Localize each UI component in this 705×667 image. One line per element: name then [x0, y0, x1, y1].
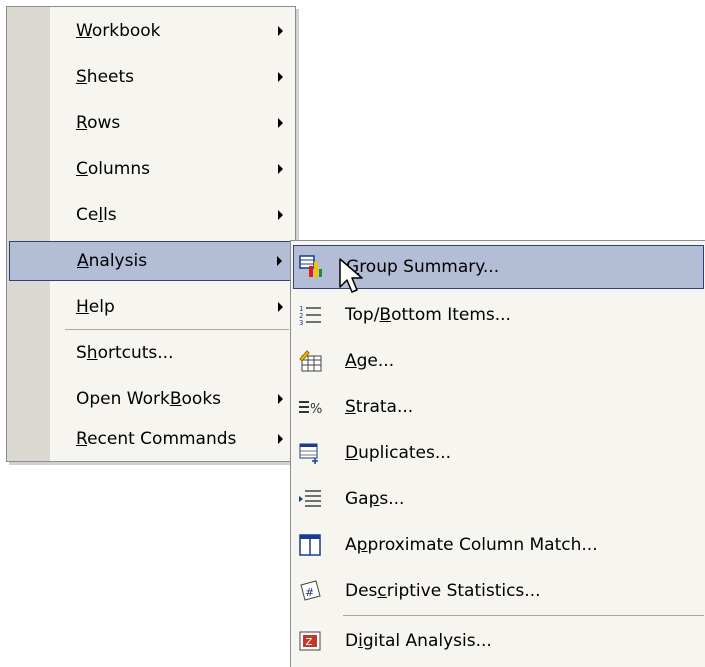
submenu-arrow-icon	[278, 394, 283, 404]
menu-item-label: Shortcuts...	[76, 343, 174, 363]
submenu-arrow-icon	[278, 210, 283, 220]
menu-item-analysis[interactable]: Analysis	[9, 241, 293, 281]
menu-item-label: Columns	[76, 159, 150, 179]
main-menu: Workbook Sheets Rows Columns Cells Analy…	[6, 6, 296, 462]
menu-item-label: Open WorkBooks	[76, 389, 222, 409]
submenu-item-label: Approximate Column Match...	[345, 535, 598, 555]
submenu-item-label: Duplicates...	[345, 443, 452, 463]
submenu-item-label: Top/Bottom Items...	[345, 305, 511, 325]
submenu-item-age[interactable]: Age...	[293, 339, 704, 383]
submenu-item-label: Digital Analysis...	[345, 631, 492, 651]
column-match-icon	[297, 532, 323, 558]
submenu-arrow-icon	[278, 434, 283, 444]
submenu-item-duplicates[interactable]: Duplicates...	[293, 431, 704, 475]
menu-item-shortcuts[interactable]: Shortcuts...	[9, 333, 293, 373]
submenu-item-descriptive-statistics[interactable]: # Descriptive Statistics...	[293, 569, 704, 613]
duplicates-icon	[297, 440, 323, 466]
submenu-item-strata[interactable]: % Strata...	[293, 385, 704, 429]
menu-item-columns[interactable]: Columns	[9, 149, 293, 189]
submenu-arrow-icon	[277, 256, 282, 266]
age-icon	[297, 348, 323, 374]
menu-item-label: Recent Commands	[76, 429, 237, 449]
menu-item-help[interactable]: Help	[9, 287, 293, 327]
submenu-item-label: Strata...	[345, 397, 414, 417]
menu-item-label: Cells	[76, 205, 117, 225]
group-summary-icon	[298, 254, 324, 280]
menu-item-workbook[interactable]: Workbook	[9, 11, 293, 51]
menu-item-recent-commands[interactable]: Recent Commands	[9, 419, 293, 459]
submenu-item-label: Gaps...	[345, 489, 405, 509]
submenu-arrow-icon	[278, 164, 283, 174]
mouse-pointer-icon	[339, 258, 363, 293]
gaps-icon	[297, 486, 323, 512]
svg-text:3: 3	[299, 319, 303, 327]
submenu-arrow-icon	[278, 302, 283, 312]
menu-item-label: Help	[76, 297, 115, 317]
menu-separator	[343, 615, 704, 616]
submenu-arrow-icon	[278, 26, 283, 36]
menu-item-label: Workbook	[76, 21, 161, 41]
submenu-item-digital-analysis[interactable]: Z Digital Analysis...	[293, 619, 704, 663]
submenu-item-label: Age...	[345, 351, 395, 371]
svg-text:#: #	[305, 586, 314, 599]
submenu-item-label: Descriptive Statistics...	[345, 581, 541, 601]
submenu-item-top-bottom[interactable]: 1 2 3 Top/Bottom Items...	[293, 293, 704, 337]
menu-item-sheets[interactable]: Sheets	[9, 57, 293, 97]
svg-text:Z: Z	[306, 637, 313, 648]
menu-item-open-workbooks[interactable]: Open WorkBooks	[9, 379, 293, 419]
submenu-item-gaps[interactable]: Gaps...	[293, 477, 704, 521]
analysis-submenu: Group Summary... 1 2 3 Top/Bottom Items.…	[290, 240, 705, 667]
menu-separator	[65, 329, 289, 330]
submenu-arrow-icon	[278, 72, 283, 82]
submenu-item-label: Group Summary...	[346, 257, 500, 277]
submenu-item-approximate-column-match[interactable]: Approximate Column Match...	[293, 523, 704, 567]
submenu-arrow-icon	[278, 118, 283, 128]
menu-item-cells[interactable]: Cells	[9, 195, 293, 235]
top-bottom-icon: 1 2 3	[297, 302, 323, 328]
svg-text:%: %	[310, 402, 322, 417]
digital-analysis-icon: Z	[297, 628, 323, 654]
descriptive-statistics-icon: #	[297, 578, 323, 604]
menu-item-label: Rows	[76, 113, 121, 133]
menu-item-rows[interactable]: Rows	[9, 103, 293, 143]
menu-item-label: Sheets	[76, 67, 135, 87]
strata-icon: %	[297, 394, 323, 420]
menu-item-label: Analysis	[77, 251, 148, 271]
